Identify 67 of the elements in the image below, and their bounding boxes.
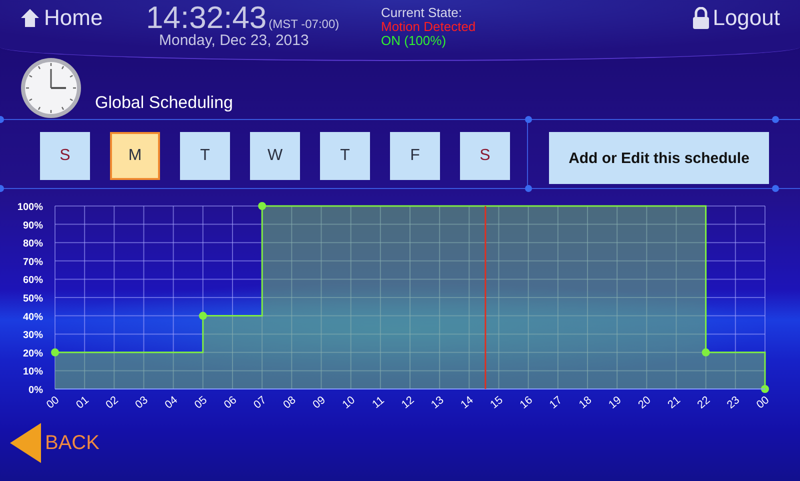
x-axis-label: 05 — [192, 394, 210, 412]
y-axis-label: 0% — [28, 385, 43, 396]
x-axis-label: 01 — [74, 394, 92, 412]
timezone: (MST -07:00) — [268, 17, 340, 31]
y-axis-label: 50% — [22, 294, 43, 304]
y-axis-label: 10% — [22, 366, 43, 378]
x-axis-label: 00 — [754, 394, 772, 412]
day-button[interactable]: T — [320, 132, 370, 180]
x-axis-label: 08 — [281, 394, 298, 412]
schedule-point[interactable] — [198, 312, 207, 320]
x-axis-label: 22 — [695, 394, 712, 412]
x-axis-label: 19 — [606, 394, 624, 412]
panel-node — [525, 116, 532, 123]
x-axis-label: 11 — [370, 394, 387, 411]
x-axis-label: 21 — [666, 394, 683, 412]
schedule-point[interactable] — [702, 348, 710, 356]
edit-schedule-button[interactable]: Add or Edit this schedule — [549, 132, 769, 184]
day-button[interactable]: F — [390, 132, 440, 180]
x-axis-label: 13 — [429, 394, 446, 412]
day-button[interactable]: S — [460, 132, 510, 180]
schedule-point[interactable] — [51, 348, 59, 356]
back-arrow-icon — [10, 423, 42, 463]
lock-icon — [692, 7, 709, 29]
light-status: ON (100%) — [381, 34, 448, 48]
x-axis-label: 23 — [724, 394, 742, 412]
day-button[interactable]: W — [250, 132, 300, 180]
x-axis-label: 14 — [458, 394, 476, 412]
y-axis-label: 30% — [22, 330, 43, 342]
y-axis-label: 100% — [17, 202, 43, 213]
x-axis-label: 04 — [162, 394, 180, 412]
y-axis-label: 80% — [22, 238, 43, 250]
x-axis-label: 07 — [252, 394, 269, 412]
y-axis-label: 90% — [22, 220, 43, 232]
x-axis-label: 17 — [547, 394, 565, 412]
x-axis-label: 03 — [133, 394, 150, 412]
y-axis-label: 20% — [22, 348, 43, 360]
day-button[interactable]: M — [110, 132, 160, 180]
panel-node — [772, 185, 779, 192]
x-axis-label: 00 — [44, 394, 62, 412]
y-axis-label: 40% — [22, 312, 43, 323]
day-button[interactable]: T — [180, 132, 230, 180]
x-axis-label: 18 — [577, 394, 594, 412]
x-axis-label: 15 — [488, 394, 506, 412]
home-icon — [20, 8, 40, 28]
schedule-point[interactable] — [761, 385, 769, 393]
current-date: Monday, Dec 23, 2013 — [159, 32, 310, 49]
schedule-point[interactable] — [258, 202, 266, 210]
y-axis-label: 60% — [22, 275, 43, 286]
motion-status: Motion Detected — [381, 20, 476, 34]
x-axis-label: 10 — [340, 394, 358, 412]
x-axis-label: 20 — [636, 394, 654, 412]
x-axis-label: 02 — [104, 394, 121, 412]
y-axis-label: 70% — [22, 256, 43, 268]
panel-node — [525, 185, 532, 192]
x-axis-label: 16 — [518, 394, 535, 412]
logout-link[interactable]: Logout — [692, 5, 780, 31]
home-link[interactable]: Home — [20, 5, 130, 31]
clock-icon — [20, 57, 82, 119]
back-link[interactable]: BACK — [10, 423, 100, 463]
state-label: Current State: — [381, 6, 463, 20]
x-axis-label: 12 — [400, 394, 417, 412]
day-button[interactable]: S — [40, 132, 90, 180]
page-title: Global Scheduling — [95, 93, 233, 113]
x-axis-label: 06 — [222, 394, 240, 412]
x-axis-label: 09 — [310, 394, 328, 412]
clock-time: 14:32:43 — [146, 2, 267, 34]
panel-node — [772, 116, 779, 123]
